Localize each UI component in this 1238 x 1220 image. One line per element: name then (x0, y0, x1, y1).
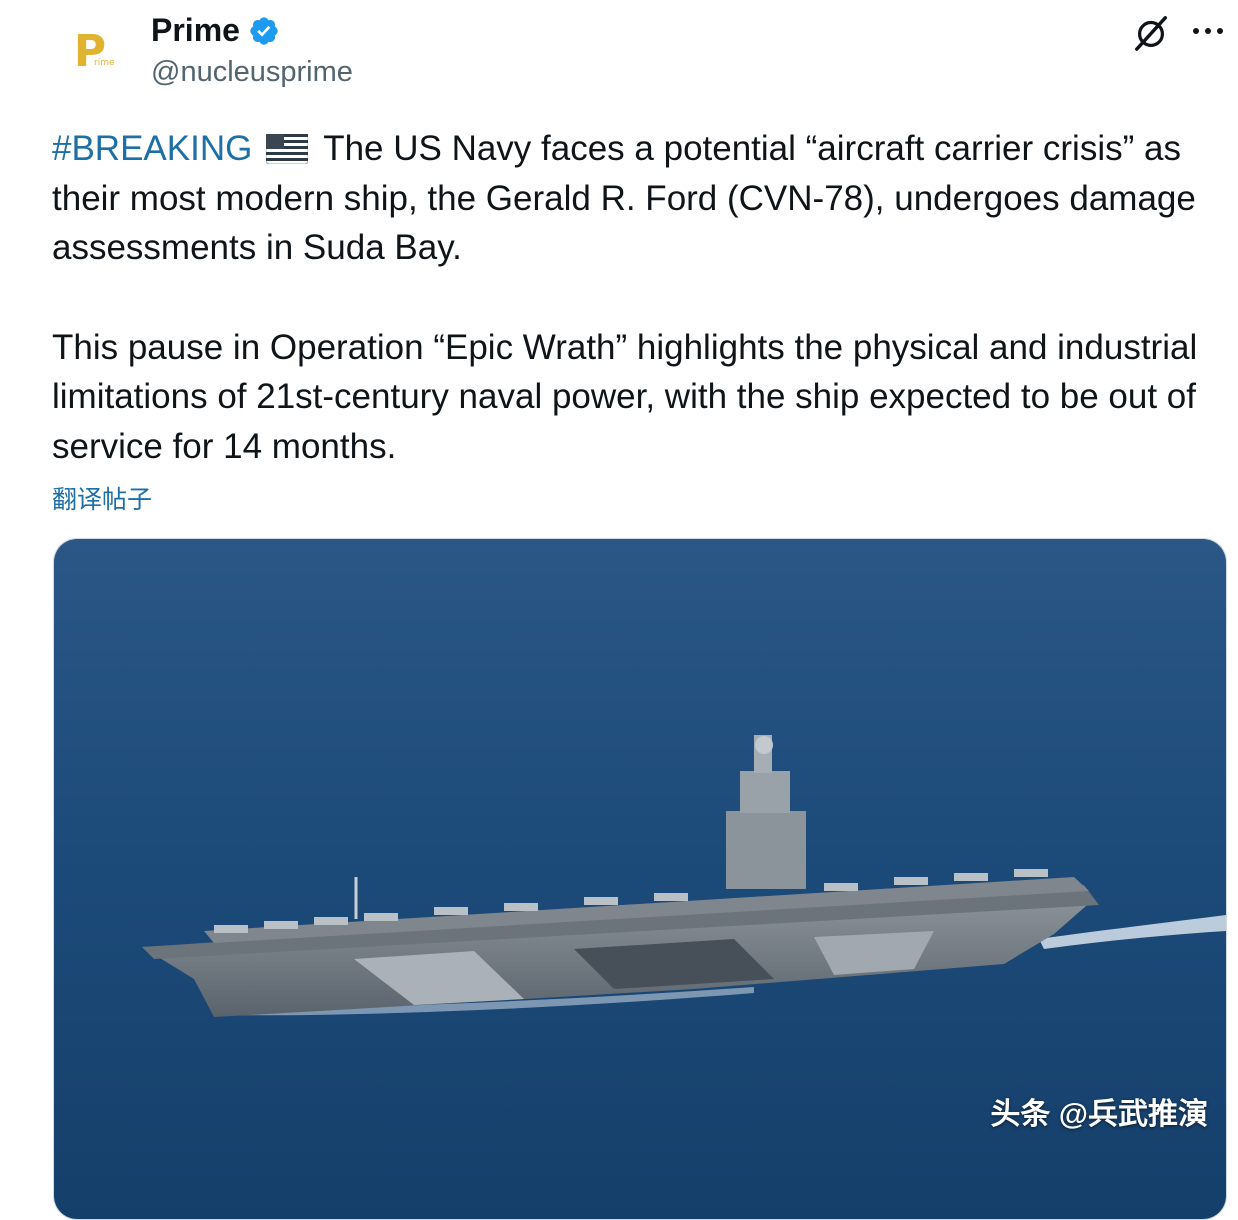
grok-icon[interactable] (1132, 14, 1170, 52)
author-display-name[interactable]: Prime (151, 12, 240, 49)
translate-post-link[interactable]: 翻译帖子 (52, 480, 152, 516)
verified-badge-icon (250, 16, 278, 45)
post-paragraph-1: #BREAKING The US Navy faces a potential … (52, 124, 1232, 273)
hashtag-breaking[interactable]: #BREAKING (52, 129, 252, 168)
us-flag-icon (266, 134, 309, 164)
more-icon[interactable] (1190, 24, 1226, 38)
post-media-image[interactable]: 头条 @兵武推演 (53, 538, 1227, 1220)
author-avatar[interactable]: P rime (56, 14, 132, 90)
author-handle[interactable]: @nucleusprime (151, 56, 353, 89)
author-name-row: Prime (151, 12, 280, 49)
avatar-sub-text: rime (94, 58, 115, 68)
post-text: #BREAKING The US Navy faces a potential … (52, 124, 1232, 471)
post-paragraph-2: This pause in Operation “Epic Wrath” hig… (52, 327, 1198, 466)
media-watermark: 头条 @兵武推演 (990, 1098, 1208, 1131)
